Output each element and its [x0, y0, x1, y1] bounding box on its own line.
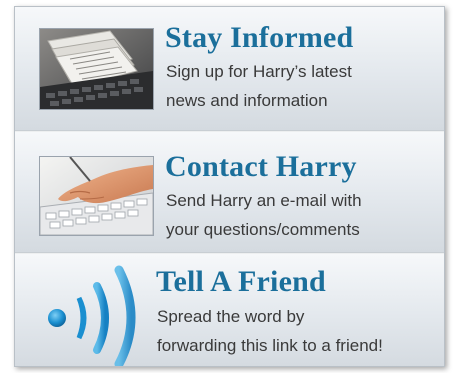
- stay-informed-description: Sign up for Harry’s latest news and info…: [166, 57, 352, 115]
- tell-a-friend-line1: Spread the word by: [157, 307, 305, 326]
- contact-harry-line2: your questions/comments: [166, 220, 360, 239]
- contact-harry-item[interactable]: Contact Harry Send Harry an e-mail with …: [15, 132, 444, 252]
- tell-a-friend-description: Spread the word by forwarding this link …: [157, 302, 383, 360]
- contact-harry-title[interactable]: Contact Harry: [165, 150, 357, 184]
- typing-hand-photo-icon: [39, 156, 154, 236]
- stay-informed-title[interactable]: Stay Informed: [165, 21, 353, 55]
- tell-a-friend-item[interactable]: Tell A Friend Spread the word by forward…: [15, 254, 444, 366]
- newspaper-photo-icon: [39, 28, 154, 110]
- tell-a-friend-title[interactable]: Tell A Friend: [156, 265, 326, 299]
- promo-panel: Stay Informed Sign up for Harry’s latest…: [14, 6, 445, 367]
- stay-informed-line2: news and information: [166, 91, 328, 110]
- stay-informed-line1: Sign up for Harry’s latest: [166, 62, 352, 81]
- contact-harry-description: Send Harry an e-mail with your questions…: [166, 186, 362, 244]
- broadcast-signal-icon: [39, 260, 154, 366]
- stay-informed-item[interactable]: Stay Informed Sign up for Harry’s latest…: [15, 7, 444, 130]
- contact-harry-line1: Send Harry an e-mail with: [166, 191, 362, 210]
- tell-a-friend-line2: forwarding this link to a friend!: [157, 336, 383, 355]
